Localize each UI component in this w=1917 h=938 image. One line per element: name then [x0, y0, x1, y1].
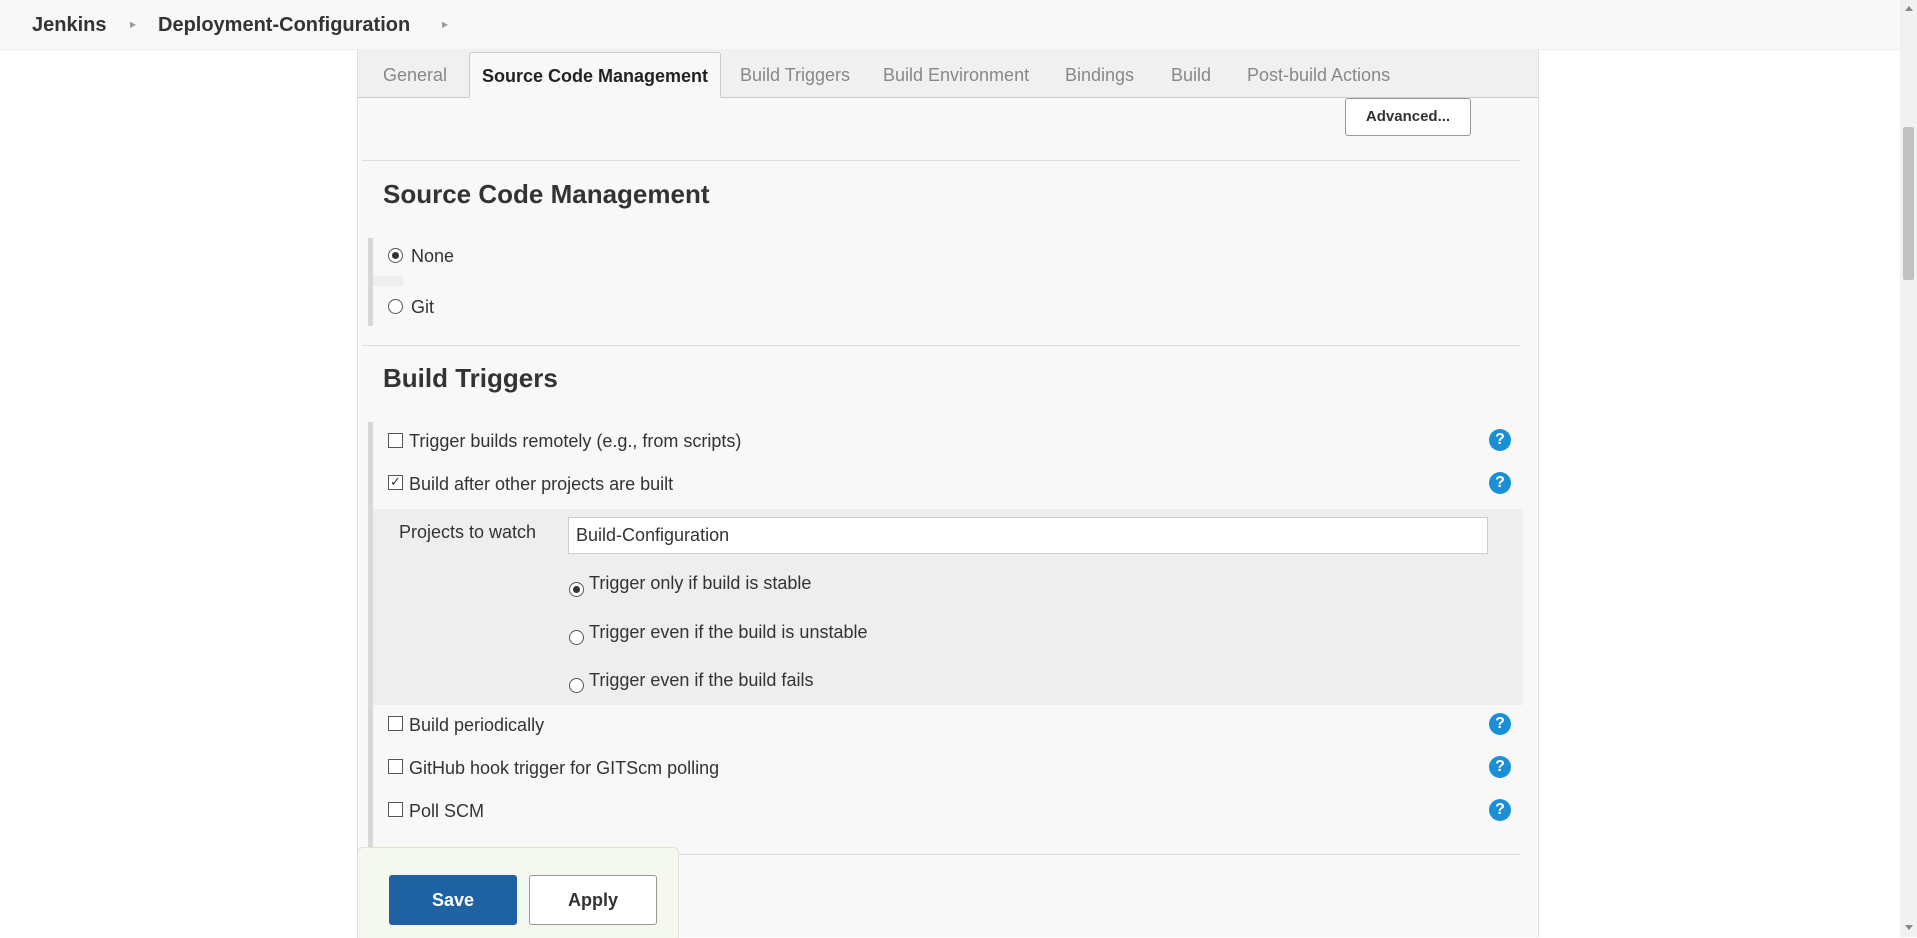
apply-button[interactable]: Apply: [529, 875, 657, 925]
scm-git-radio[interactable]: [388, 299, 403, 314]
caret-right-icon[interactable]: ▸: [442, 17, 448, 31]
trigger-remote-label[interactable]: Trigger builds remotely (e.g., from scri…: [409, 431, 741, 452]
config-panel: General Source Code Management Build Tri…: [357, 49, 1539, 937]
tab-build-triggers[interactable]: Build Triggers: [728, 49, 862, 97]
trigger-fails-label[interactable]: Trigger even if the build fails: [589, 670, 813, 691]
save-bar: Save Apply: [357, 847, 679, 938]
tab-general[interactable]: General: [371, 49, 459, 97]
trigger-stable-label[interactable]: Trigger only if build is stable: [589, 573, 811, 594]
question-circle-icon[interactable]: ?: [1489, 799, 1511, 821]
advanced-button[interactable]: Advanced...: [1345, 98, 1471, 136]
trigger-stable-radio[interactable]: [569, 582, 584, 597]
tab-build-environment[interactable]: Build Environment: [871, 49, 1041, 97]
github-hook-checkbox[interactable]: [388, 759, 403, 774]
tab-build[interactable]: Build: [1159, 49, 1223, 97]
poll-scm-label[interactable]: Poll SCM: [409, 801, 484, 822]
page-scrollbar[interactable]: [1900, 0, 1917, 937]
breadcrumb-job[interactable]: Deployment-Configuration: [158, 14, 410, 37]
question-circle-icon[interactable]: ?: [1489, 429, 1511, 451]
build-triggers-title: Build Triggers: [383, 363, 558, 393]
scm-none-radio[interactable]: [388, 248, 403, 263]
scroll-thumb[interactable]: [1903, 127, 1914, 280]
caret-right-icon[interactable]: ▸: [130, 17, 136, 31]
trigger-unstable-radio[interactable]: [569, 630, 584, 645]
poll-scm-checkbox[interactable]: [388, 802, 403, 817]
divider: [362, 160, 1520, 161]
trigger-fails-radio[interactable]: [569, 678, 584, 693]
breadcrumb: Jenkins ▸ Deployment-Configuration ▸: [0, 0, 1900, 50]
trigger-unstable-label[interactable]: Trigger even if the build is unstable: [589, 622, 868, 643]
breadcrumb-jenkins[interactable]: Jenkins: [32, 14, 106, 37]
build-periodically-checkbox[interactable]: [388, 716, 403, 731]
question-circle-icon[interactable]: ?: [1489, 472, 1511, 494]
scm-git-label[interactable]: Git: [411, 297, 434, 318]
build-after-checkbox[interactable]: ✓: [388, 475, 403, 490]
scroll-up-arrow-icon[interactable]: [1905, 6, 1913, 11]
github-hook-label[interactable]: GitHub hook trigger for GITScm polling: [409, 758, 719, 779]
build-periodically-label[interactable]: Build periodically: [409, 715, 544, 736]
scm-none-label[interactable]: None: [411, 246, 454, 267]
build-after-label[interactable]: Build after other projects are built: [409, 474, 673, 495]
config-tabs: General Source Code Management Build Tri…: [358, 49, 1538, 98]
divider: [362, 345, 1520, 346]
question-circle-icon[interactable]: ?: [1489, 713, 1511, 735]
tab-post-build-actions[interactable]: Post-build Actions: [1235, 49, 1402, 97]
projects-to-watch-label: Projects to watch: [399, 522, 537, 542]
save-button[interactable]: Save: [389, 875, 517, 925]
projects-to-watch-input[interactable]: [568, 517, 1488, 554]
question-circle-icon[interactable]: ?: [1489, 756, 1511, 778]
tab-bindings[interactable]: Bindings: [1053, 49, 1146, 97]
scm-section-title: Source Code Management: [383, 179, 710, 209]
scm-option-separator: [373, 276, 403, 286]
build-after-options: Projects to watch Trigger only if build …: [373, 509, 1523, 705]
tab-source-code-management[interactable]: Source Code Management: [469, 52, 722, 98]
scroll-down-arrow-icon[interactable]: [1905, 925, 1913, 930]
trigger-remote-checkbox[interactable]: [388, 433, 403, 448]
